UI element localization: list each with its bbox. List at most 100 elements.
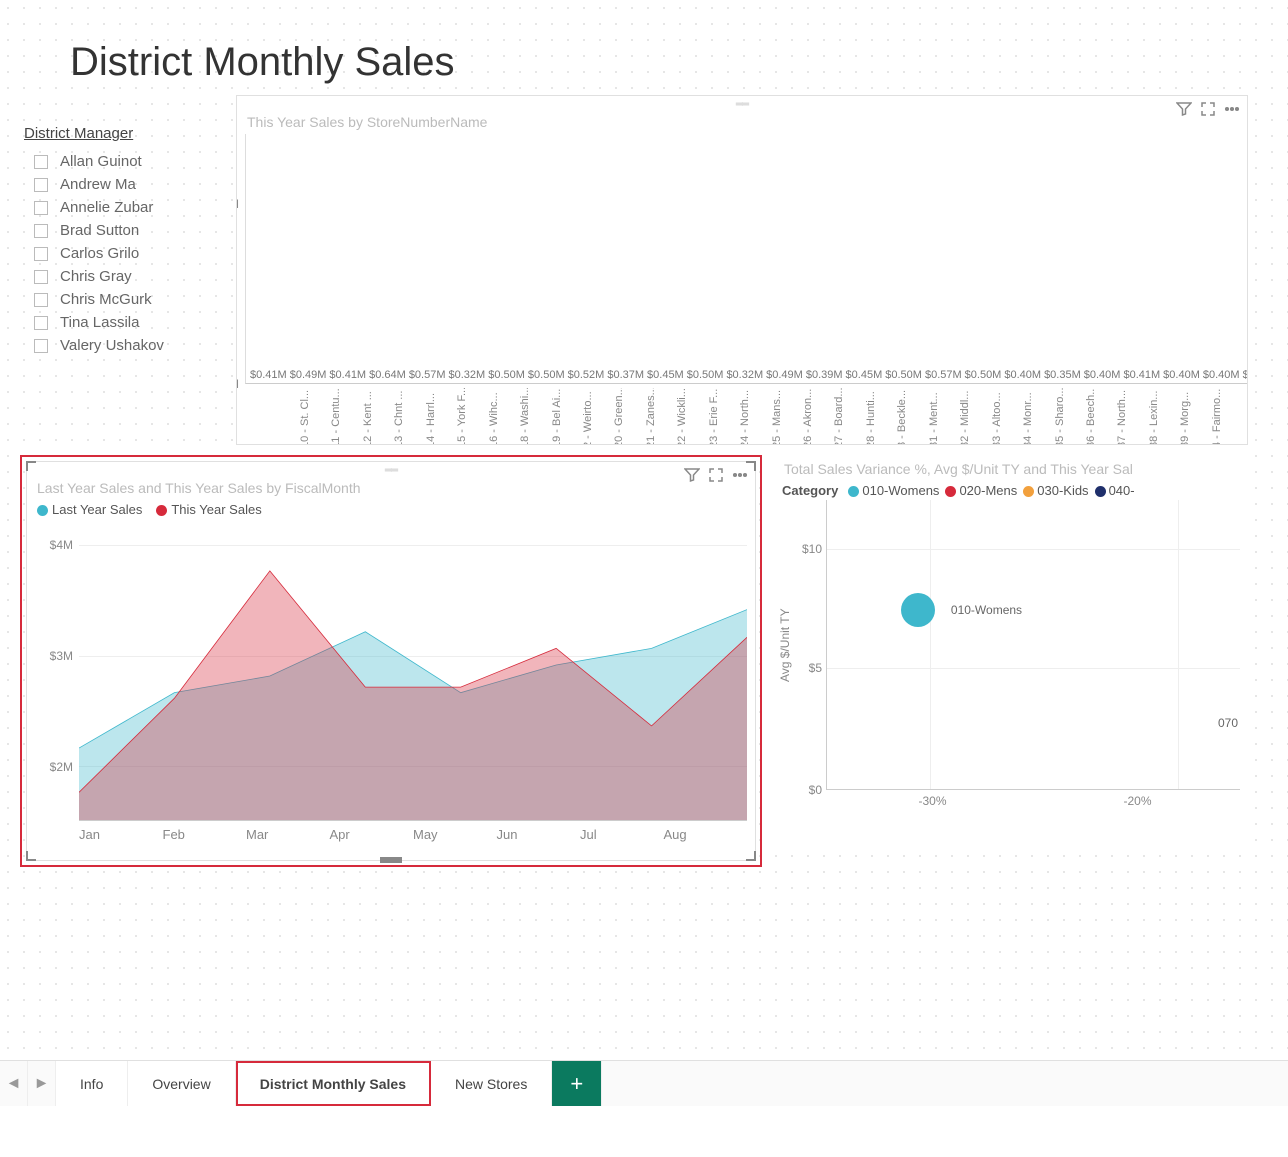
bar-column[interactable]: $0.52M [568, 371, 605, 383]
bar-column[interactable]: $0.45M [846, 371, 883, 383]
page-tab[interactable]: District Monthly Sales [236, 1061, 431, 1106]
slicer-item[interactable]: Chris McGurk [20, 288, 230, 311]
line-x-tick: Apr [330, 827, 414, 842]
resize-handle-tl[interactable] [26, 461, 36, 471]
bar-column[interactable]: $0.50M [488, 371, 525, 383]
bar-column[interactable]: $0.50M [528, 371, 565, 383]
legend-item[interactable]: Last Year Sales [37, 502, 142, 517]
slicer-item-label: Brad Sutton [60, 222, 139, 239]
bar-column[interactable]: $0.39M [806, 371, 843, 383]
legend-item[interactable]: 020-Mens [945, 483, 1017, 498]
district-manager-slicer[interactable]: District Manager Allan GuinotAndrew MaAn… [20, 125, 230, 445]
bar-x-category: 36 - Beech... [1085, 388, 1113, 445]
more-options-icon[interactable] [731, 466, 749, 484]
scatter-chart-visual[interactable]: Total Sales Variance %, Avg $/Unit TY an… [774, 455, 1248, 855]
checkbox-icon[interactable] [34, 270, 48, 284]
bar-column[interactable]: $0.57M [409, 371, 446, 383]
tab-nav-next[interactable]: ► [28, 1061, 56, 1106]
checkbox-icon[interactable] [34, 316, 48, 330]
bar-column[interactable]: $0.45M [647, 371, 684, 383]
line-chart-visual[interactable]: ══ Last Year Sales and This Year Sales b… [26, 461, 756, 861]
bar-data-label: $0.37M [607, 369, 644, 381]
page-tab[interactable]: New Stores [431, 1061, 552, 1106]
bar-column[interactable]: $0.41M [250, 371, 287, 383]
checkbox-icon[interactable] [34, 201, 48, 215]
report-canvas: District Monthly Sales District Manager … [0, 0, 1288, 1060]
slicer-item[interactable]: Chris Gray [20, 265, 230, 288]
line-plot-area [79, 521, 747, 821]
legend-item[interactable]: 030-Kids [1023, 483, 1088, 498]
bar-x-category: 33 - Altoo... [991, 388, 1019, 445]
bar-column[interactable]: $0.32M [726, 371, 763, 383]
checkbox-icon[interactable] [34, 155, 48, 169]
slicer-item[interactable]: Valery Ushakov [20, 334, 230, 357]
bar-column[interactable]: $0.32M [449, 371, 486, 383]
bar-data-label: $0.50M [885, 369, 922, 381]
scatter-x-axis: -30% -20% [774, 790, 1248, 808]
filter-icon[interactable] [683, 466, 701, 484]
bar-data-label: $0.45M [846, 369, 883, 381]
legend-swatch-icon [945, 486, 956, 497]
line-x-tick: Jun [497, 827, 581, 842]
slicer-item[interactable]: Andrew Ma [20, 173, 230, 196]
bar-data-label: $0.40M [1084, 369, 1121, 381]
bar-column[interactable]: $0.14M [1243, 371, 1248, 383]
bar-chart-visual[interactable]: ══ This Year Sales by StoreNumberName $0… [236, 95, 1248, 445]
filter-icon[interactable] [1175, 100, 1193, 118]
more-options-icon[interactable] [1223, 100, 1241, 118]
bar-column[interactable]: $0.40M [1004, 371, 1041, 383]
bar-column[interactable]: $0.40M [1163, 371, 1200, 383]
focus-mode-icon[interactable] [1199, 100, 1217, 118]
bar-column[interactable]: $0.50M [965, 371, 1002, 383]
bar-column[interactable]: $0.49M [766, 371, 803, 383]
bar-column[interactable]: $0.40M [1203, 371, 1240, 383]
bar-x-category: 27 - Board... [833, 388, 861, 445]
line-x-axis: JanFebMarAprMayJunJulAug [27, 821, 755, 842]
focus-mode-icon[interactable] [707, 466, 725, 484]
page-tab[interactable]: Info [56, 1061, 128, 1106]
bar-column[interactable]: $0.41M [329, 371, 366, 383]
bar-x-category: 18 - Washi... [519, 388, 547, 445]
bar-data-label: $0.57M [925, 369, 962, 381]
slicer-item[interactable]: Tina Lassila [20, 311, 230, 334]
bar-column[interactable]: $0.35M [1044, 371, 1081, 383]
legend-item[interactable]: 010-Womens [848, 483, 939, 498]
bar-column[interactable]: $0.64M [369, 371, 406, 383]
bar-column[interactable]: $0.50M [885, 371, 922, 383]
slicer-item[interactable]: Allan Guinot [20, 150, 230, 173]
bar-column[interactable]: $0.50M [687, 371, 724, 383]
checkbox-icon[interactable] [34, 339, 48, 353]
resize-handle-bl[interactable] [26, 851, 36, 861]
drag-grip-icon[interactable]: ══ [736, 99, 748, 110]
bar-x-category: 34 - Monr... [1022, 388, 1050, 445]
checkbox-icon[interactable] [34, 178, 48, 192]
bar-column[interactable]: $0.41M [1123, 371, 1160, 383]
bar-x-category: 35 - Sharo... [1054, 388, 1082, 445]
bar-column[interactable]: $0.37M [607, 371, 644, 383]
add-page-button[interactable]: + [552, 1061, 602, 1106]
legend-item[interactable]: This Year Sales [156, 502, 261, 517]
drag-grip-icon[interactable]: ══ [385, 465, 397, 476]
bar-plot-area: $0.41M$0.49M$0.41M$0.64M$0.57M$0.32M$0.5… [245, 134, 1248, 384]
page-tab[interactable]: Overview [128, 1061, 235, 1106]
bar-column[interactable]: $0.49M [290, 371, 327, 383]
resize-handle-br[interactable] [746, 851, 756, 861]
resize-handle-bottom[interactable] [380, 857, 402, 863]
slicer-item-label: Valery Ushakov [60, 337, 164, 354]
bar-x-category: 26 - Akron... [802, 388, 830, 445]
bar-column[interactable]: $0.40M [1084, 371, 1121, 383]
slicer-item[interactable]: Carlos Grilo [20, 242, 230, 265]
bar-column[interactable]: $0.57M [925, 371, 962, 383]
bar-data-label: $0.32M [449, 369, 486, 381]
checkbox-icon[interactable] [34, 247, 48, 261]
legend-item[interactable]: 040- [1095, 483, 1135, 498]
line-y-axis: $4M $3M $2M [35, 521, 79, 821]
slicer-item[interactable]: Annelie Zubar [20, 196, 230, 219]
checkbox-icon[interactable] [34, 293, 48, 307]
checkbox-icon[interactable] [34, 224, 48, 238]
slicer-title: District Manager [20, 125, 230, 142]
line-x-tick: Jul [580, 827, 664, 842]
bubble-010-womens[interactable] [901, 593, 935, 627]
slicer-item[interactable]: Brad Sutton [20, 219, 230, 242]
tab-nav-prev[interactable]: ◄ [0, 1061, 28, 1106]
